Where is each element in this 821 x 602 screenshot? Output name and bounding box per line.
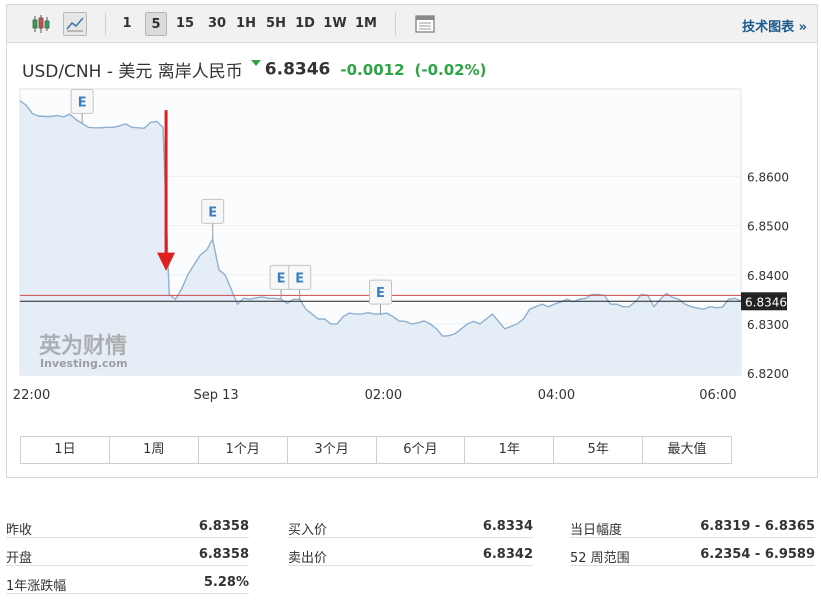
x-tick-label: 06:00: [699, 388, 736, 403]
event-marker-label[interactable]: E: [295, 271, 304, 286]
y-tick-label: 6.8500: [747, 220, 789, 234]
stat-row: 买入价 6.8334: [288, 510, 533, 538]
stat-value: 6.2354 - 6.9589: [700, 547, 815, 562]
stat-value: 6.8319 - 6.8365: [700, 519, 815, 534]
y-tick-label: 6.8400: [747, 269, 789, 283]
stat-value: 6.8342: [482, 547, 533, 562]
range-button-2[interactable]: 1个月: [199, 437, 288, 463]
event-marker-label[interactable]: E: [277, 271, 286, 286]
stat-row: 卖出价 6.8342: [288, 538, 533, 566]
stat-row: 开盘 6.8358: [6, 538, 249, 566]
x-tick-label: 02:00: [365, 388, 402, 403]
stat-value: 5.28%: [203, 575, 249, 590]
stat-value: 6.8358: [198, 519, 249, 534]
chart-widget: 1 5 15 30 1H 5H 1D 1W 1M 技术图表 » USD/CNH - 美元 离岸人…: [6, 4, 818, 478]
stat-label: 1年涨跌幅: [6, 579, 67, 594]
event-marker-label[interactable]: E: [376, 286, 385, 301]
x-tick-label: 04:00: [538, 388, 575, 403]
watermark-logo: 英为财情: [39, 333, 127, 359]
stat-row: 昨收 6.8358: [6, 510, 249, 538]
stat-label: 卖出价: [288, 551, 328, 566]
event-marker-label[interactable]: E: [208, 205, 217, 220]
stat-label: 昨收: [6, 523, 33, 538]
stat-value: 6.8358: [198, 547, 249, 562]
range-button-4[interactable]: 6个月: [377, 437, 466, 463]
stat-row: 52 周范围 6.2354 - 6.9589: [570, 538, 815, 566]
range-button-7[interactable]: 最大值: [643, 437, 731, 463]
x-tick-label: Sep 13: [194, 388, 239, 403]
y-tick-label: 6.8600: [747, 170, 789, 184]
stat-row: 1年涨跌幅 5.28%: [6, 566, 249, 594]
stat-label: 52 周范围: [570, 551, 630, 566]
range-button-3[interactable]: 3个月: [288, 437, 377, 463]
y-tick-label: 6.8300: [747, 318, 789, 332]
stat-label: 买入价: [288, 523, 328, 538]
price-chart[interactable]: EEE EE6.86006.85006.84006.83006.82006.834…: [7, 5, 817, 477]
event-marker-label[interactable]: E: [78, 95, 87, 110]
stat-value: 6.8334: [482, 519, 533, 534]
range-button-6[interactable]: 5年: [554, 437, 644, 463]
current-price-label: 6.8346: [745, 295, 787, 309]
range-button-5[interactable]: 1年: [465, 437, 555, 463]
x-tick-label: 22:00: [13, 388, 50, 403]
watermark-text: Investing.com: [40, 357, 128, 370]
time-range-selector: 1日 1周 1个月 3个月 6个月 1年 5年 最大值: [20, 436, 732, 464]
stat-label: 开盘: [6, 551, 33, 566]
range-button-0[interactable]: 1日: [21, 437, 110, 463]
range-button-1[interactable]: 1周: [110, 437, 199, 463]
y-tick-label: 6.8200: [747, 367, 789, 381]
stat-row: 当日幅度 6.8319 - 6.8365: [570, 510, 815, 538]
stat-label: 当日幅度: [570, 523, 623, 538]
